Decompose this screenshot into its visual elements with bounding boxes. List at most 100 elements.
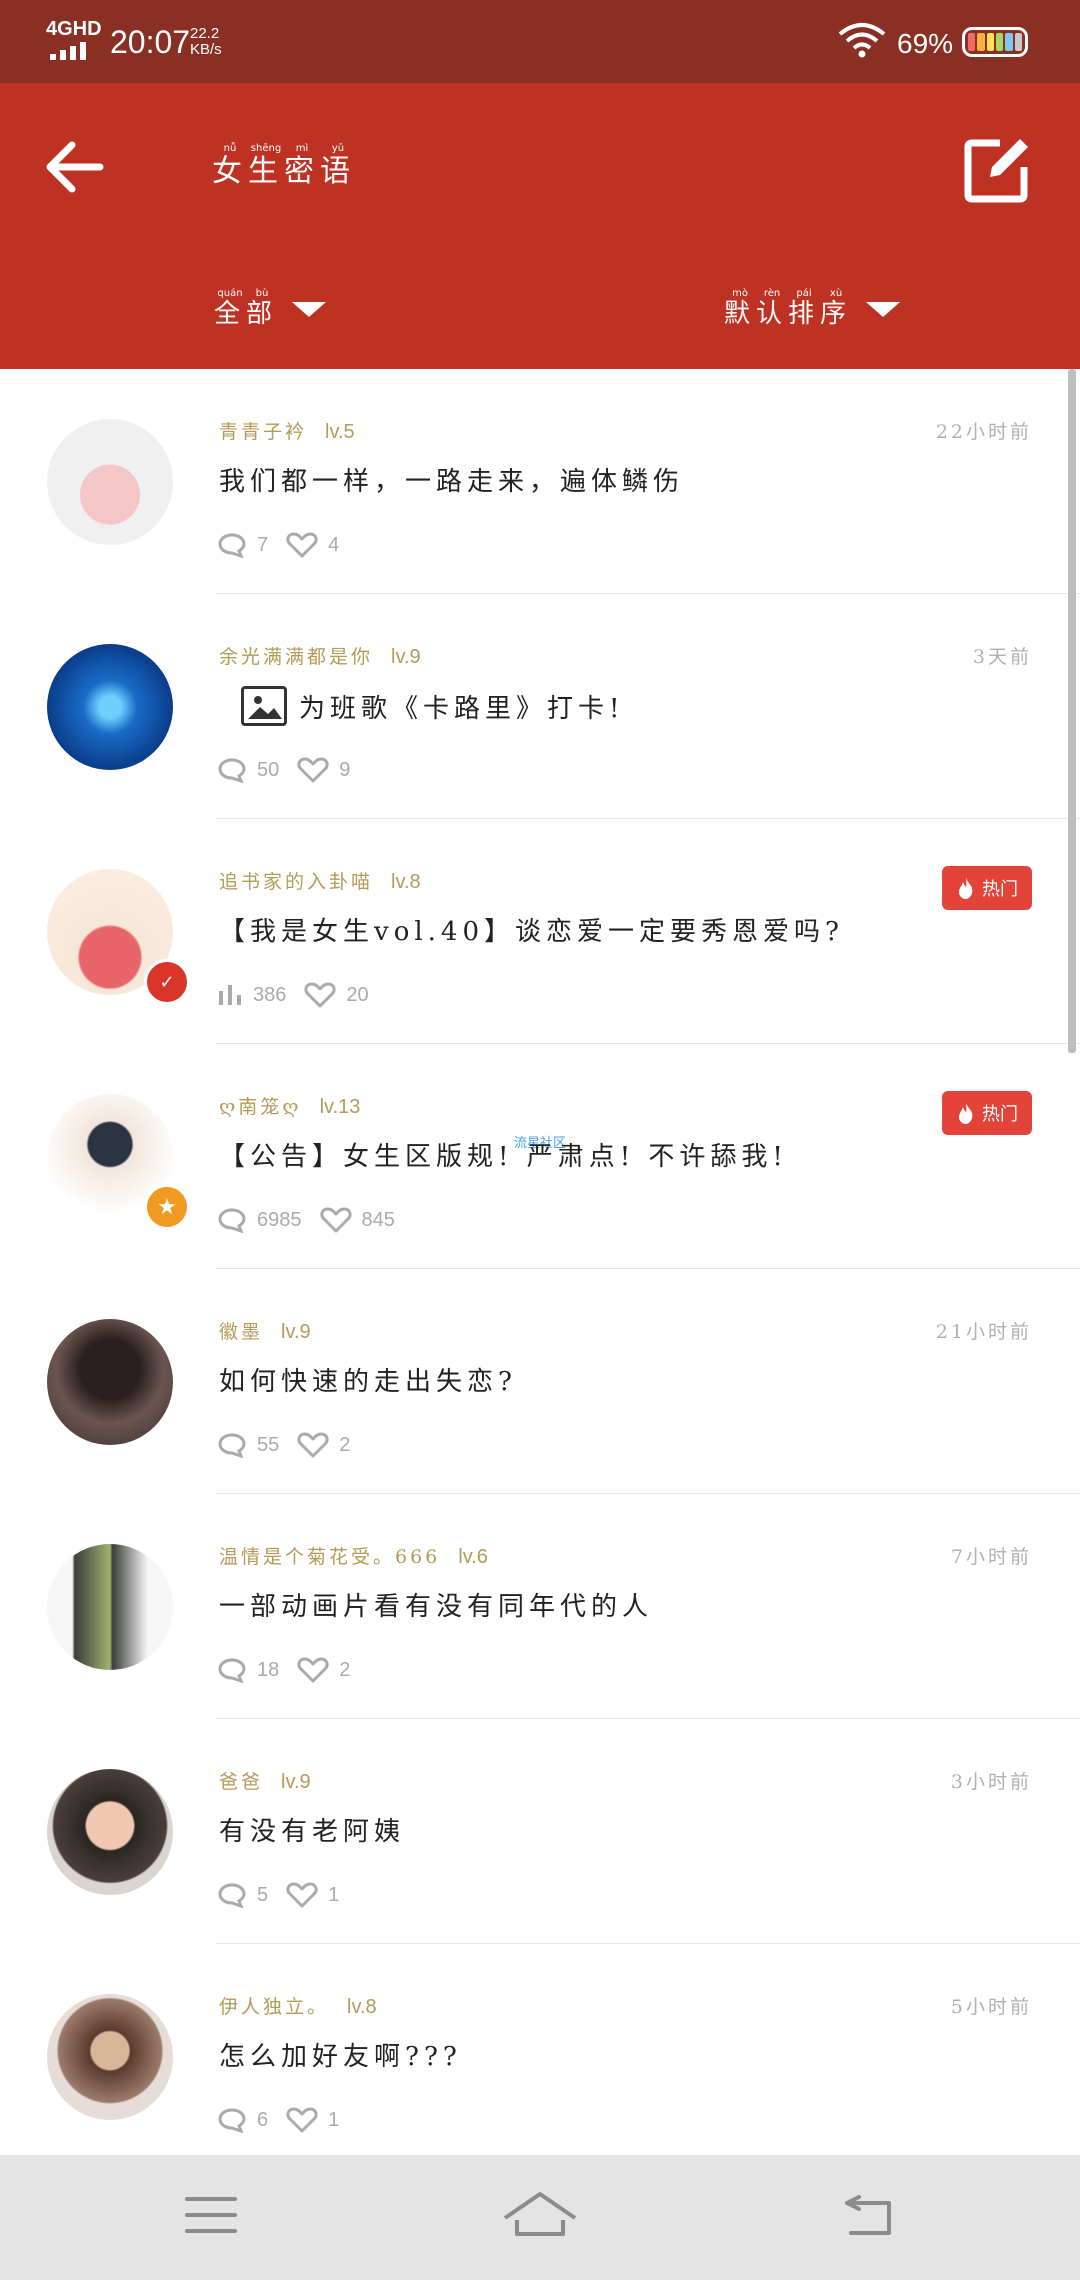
user-level: lv.8 bbox=[347, 1996, 377, 2018]
avatar[interactable] bbox=[47, 1544, 173, 1670]
avatar[interactable] bbox=[47, 1319, 173, 1445]
user-level: lv.8 bbox=[391, 871, 421, 893]
post-item[interactable]: 爸爸 lv.9 3小时前有没有老阿姨 5 1 bbox=[0, 1719, 1080, 1944]
comment-count[interactable]: 50 bbox=[217, 757, 279, 783]
edit-icon[interactable] bbox=[962, 135, 1032, 205]
username[interactable]: ღ南笼ღ bbox=[219, 1092, 302, 1119]
sort-dropdown[interactable]: 默mò认rèn排pái序xù bbox=[724, 288, 901, 330]
post-item[interactable]: 青青子衿 lv.5 22小时前 我们都一样，一路走来，遍体鳞伤 7 4 bbox=[0, 369, 1080, 594]
avatar[interactable] bbox=[47, 644, 173, 770]
like-count[interactable]: 2 bbox=[297, 1431, 350, 1459]
back-nav-icon[interactable] bbox=[824, 2185, 914, 2245]
post-text: 有没有老阿姨 bbox=[219, 1817, 406, 1847]
username[interactable]: 余光满满都是你 bbox=[219, 642, 373, 669]
username[interactable]: 徽墨 bbox=[219, 1317, 263, 1344]
post-item[interactable]: 温情是个菊花受。666 lv.6 7小时前 一部动画片看有没有同年代的人 18 2 bbox=[0, 1494, 1080, 1719]
post-time: 5小时前 bbox=[950, 1996, 1032, 2018]
app-header: 女nǚ生shēng密mì语yǔ 全quán部bù 默mò认rèn排pái序xù bbox=[0, 83, 1080, 369]
username[interactable]: 温情是个菊花受。666 bbox=[219, 1542, 440, 1569]
poll-icon bbox=[219, 985, 241, 1005]
post-text: 怎么加好友啊??? bbox=[219, 2042, 462, 2072]
back-arrow-icon[interactable] bbox=[38, 135, 112, 199]
avatar[interactable] bbox=[47, 419, 173, 545]
comment-count[interactable]: 6985 bbox=[217, 1207, 302, 1233]
post-stats: 74 bbox=[217, 531, 339, 559]
post-text: 为班歌《卡路里》打卡! bbox=[299, 693, 625, 724]
post-stats: 386 20 bbox=[217, 981, 369, 1009]
like-count[interactable]: 1 bbox=[286, 2106, 339, 2134]
comment-count[interactable]: 18 bbox=[217, 1657, 279, 1683]
post-title[interactable]: 怎么加好友啊??? bbox=[219, 2036, 462, 2073]
post-time: 3天前 bbox=[972, 646, 1032, 668]
hot-label: 热门 bbox=[982, 879, 1018, 900]
like-count[interactable]: 2 bbox=[297, 1656, 350, 1684]
comment-count-value: 55 bbox=[257, 1433, 280, 1456]
post-title[interactable]: 【我是女生vol.40】谈恋爱一定要秀恩爱吗? bbox=[219, 911, 844, 948]
username[interactable]: 追书家的入卦喵 bbox=[219, 867, 373, 894]
user-level: lv.9 bbox=[281, 1771, 311, 1793]
speed-unit: KB/s bbox=[190, 41, 222, 58]
username[interactable]: 青青子衿 bbox=[219, 417, 307, 444]
battery-percent: 69% bbox=[897, 28, 954, 59]
comment-count[interactable]: 55 bbox=[217, 1432, 279, 1458]
post-title[interactable]: 一部动画片看有没有同年代的人 bbox=[219, 1586, 653, 1623]
post-title[interactable]: 为班歌《卡路里》打卡! bbox=[219, 686, 624, 726]
filter-all-dropdown[interactable]: 全quán部bù bbox=[214, 288, 327, 330]
like-count-value: 845 bbox=[361, 1208, 395, 1231]
clock: 20:07 bbox=[110, 24, 191, 60]
like-count[interactable]: 1 bbox=[286, 1881, 339, 1909]
like-count-value: 2 bbox=[339, 1433, 351, 1456]
comment-icon bbox=[218, 1658, 246, 1683]
post-item[interactable]: ✓ 追书家的入卦喵 lv.8 热门 【我是女生vol.40】谈恋爱一定要秀恩爱吗? 386… bbox=[0, 819, 1080, 1044]
post-time: 21小时前 bbox=[935, 1321, 1032, 1343]
wifi-icon bbox=[838, 23, 886, 58]
sort-label: 默mò认rèn排pái序xù bbox=[724, 288, 853, 329]
post-title[interactable]: 如何快速的走出失恋? bbox=[219, 1361, 517, 1398]
heart-icon bbox=[297, 1657, 329, 1683]
avatar[interactable] bbox=[47, 1769, 173, 1895]
post-time: 3小时前 bbox=[950, 1771, 1032, 1793]
comment-count[interactable]: 7 bbox=[217, 532, 268, 558]
comment-icon bbox=[218, 758, 246, 783]
like-count[interactable]: 4 bbox=[286, 531, 339, 559]
post-stats: 55 2 bbox=[217, 1431, 350, 1459]
post-item[interactable]: 徽墨 lv.9 21小时前 如何快速的走出失恋? 55 2 bbox=[0, 1269, 1080, 1494]
post-item[interactable]: ★ ღ南笼ღ lv.13 热门 流星社区 【公告】女生区版规! 严肃点! 不许舔我! 698… bbox=[0, 1044, 1080, 1269]
filter-label: 全quán部bù bbox=[214, 288, 279, 329]
comment-count-value: 18 bbox=[257, 1658, 280, 1681]
post-meta: 伊人独立。 lv.8 bbox=[219, 1992, 377, 2019]
home-icon[interactable] bbox=[495, 2185, 585, 2245]
comment-count[interactable]: 6 bbox=[217, 2107, 268, 2133]
like-count[interactable]: 9 bbox=[297, 756, 350, 784]
comment-icon bbox=[218, 533, 246, 558]
post-title[interactable]: 有没有老阿姨 bbox=[219, 1811, 405, 1848]
post-list[interactable]: 青青子衿 lv.5 22小时前 我们都一样，一路走来，遍体鳞伤 7 4 余光满满都是你 lv.… bbox=[0, 369, 1080, 2155]
comment-count[interactable]: 386 bbox=[217, 983, 286, 1007]
menu-icon[interactable] bbox=[166, 2185, 256, 2245]
like-count[interactable]: 20 bbox=[304, 981, 369, 1009]
post-title[interactable]: 【公告】女生区版规! 严肃点! 不许舔我! bbox=[219, 1136, 788, 1173]
scrollbar[interactable] bbox=[1068, 369, 1076, 1053]
username[interactable]: 伊人独立。 bbox=[219, 1992, 329, 2019]
post-stats: 50 9 bbox=[217, 756, 350, 784]
like-count-value: 1 bbox=[328, 2108, 340, 2131]
comment-count-value: 6985 bbox=[257, 1208, 302, 1231]
user-level: lv.13 bbox=[319, 1096, 361, 1118]
like-count[interactable]: 845 bbox=[319, 1206, 395, 1234]
heart-icon bbox=[286, 1882, 318, 1908]
signal-icon: 4GHD bbox=[46, 18, 102, 62]
post-meta: ღ南笼ღ lv.13 bbox=[219, 1092, 360, 1119]
comment-count-value: 6 bbox=[257, 2108, 269, 2131]
username[interactable]: 爸爸 bbox=[219, 1767, 263, 1794]
avatar[interactable] bbox=[47, 1994, 173, 2120]
post-title[interactable]: 我们都一样，一路走来，遍体鳞伤 bbox=[219, 461, 684, 498]
post-item[interactable]: 伊人独立。 lv.8 5小时前怎么加好友啊??? 6 1 bbox=[0, 1944, 1080, 2155]
comment-count-value: 386 bbox=[253, 983, 287, 1006]
user-level: lv.5 bbox=[325, 421, 355, 443]
post-item[interactable]: 余光满满都是你 lv.9 3天前 为班歌《卡路里》打卡! 50 9 bbox=[0, 594, 1080, 819]
post-stats: 6985 845 bbox=[217, 1206, 395, 1234]
status-bar: 4GHD 20:07 22.2 KB/s 69% bbox=[0, 0, 1080, 83]
post-meta: 温情是个菊花受。666 lv.6 bbox=[219, 1542, 488, 1569]
comment-icon bbox=[218, 1883, 246, 1908]
comment-count[interactable]: 5 bbox=[217, 1882, 268, 1908]
